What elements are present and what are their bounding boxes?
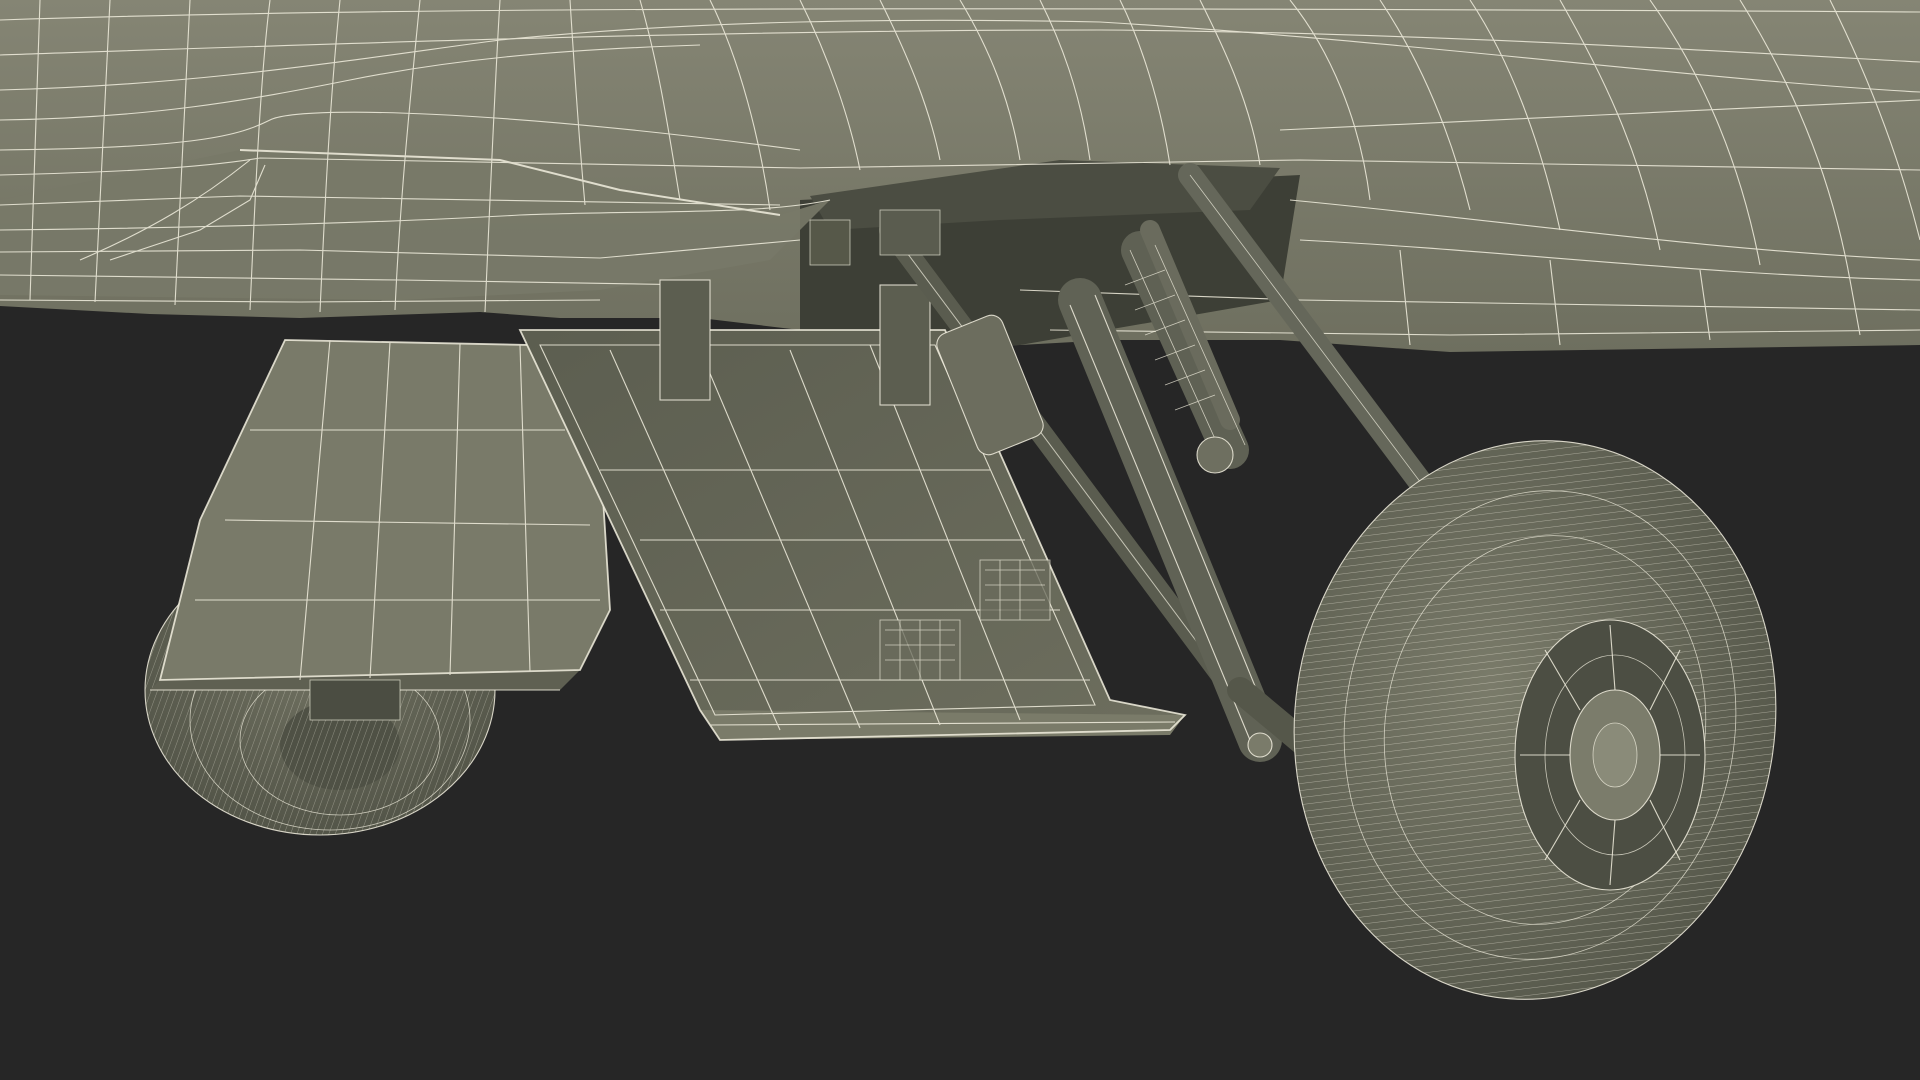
wireframe-render [0, 0, 1920, 1000]
render-viewport [0, 0, 1920, 1080]
rear-gear-door [150, 339, 611, 721]
wing-underside [0, 0, 1920, 352]
main-wheel [1293, 440, 1777, 1000]
